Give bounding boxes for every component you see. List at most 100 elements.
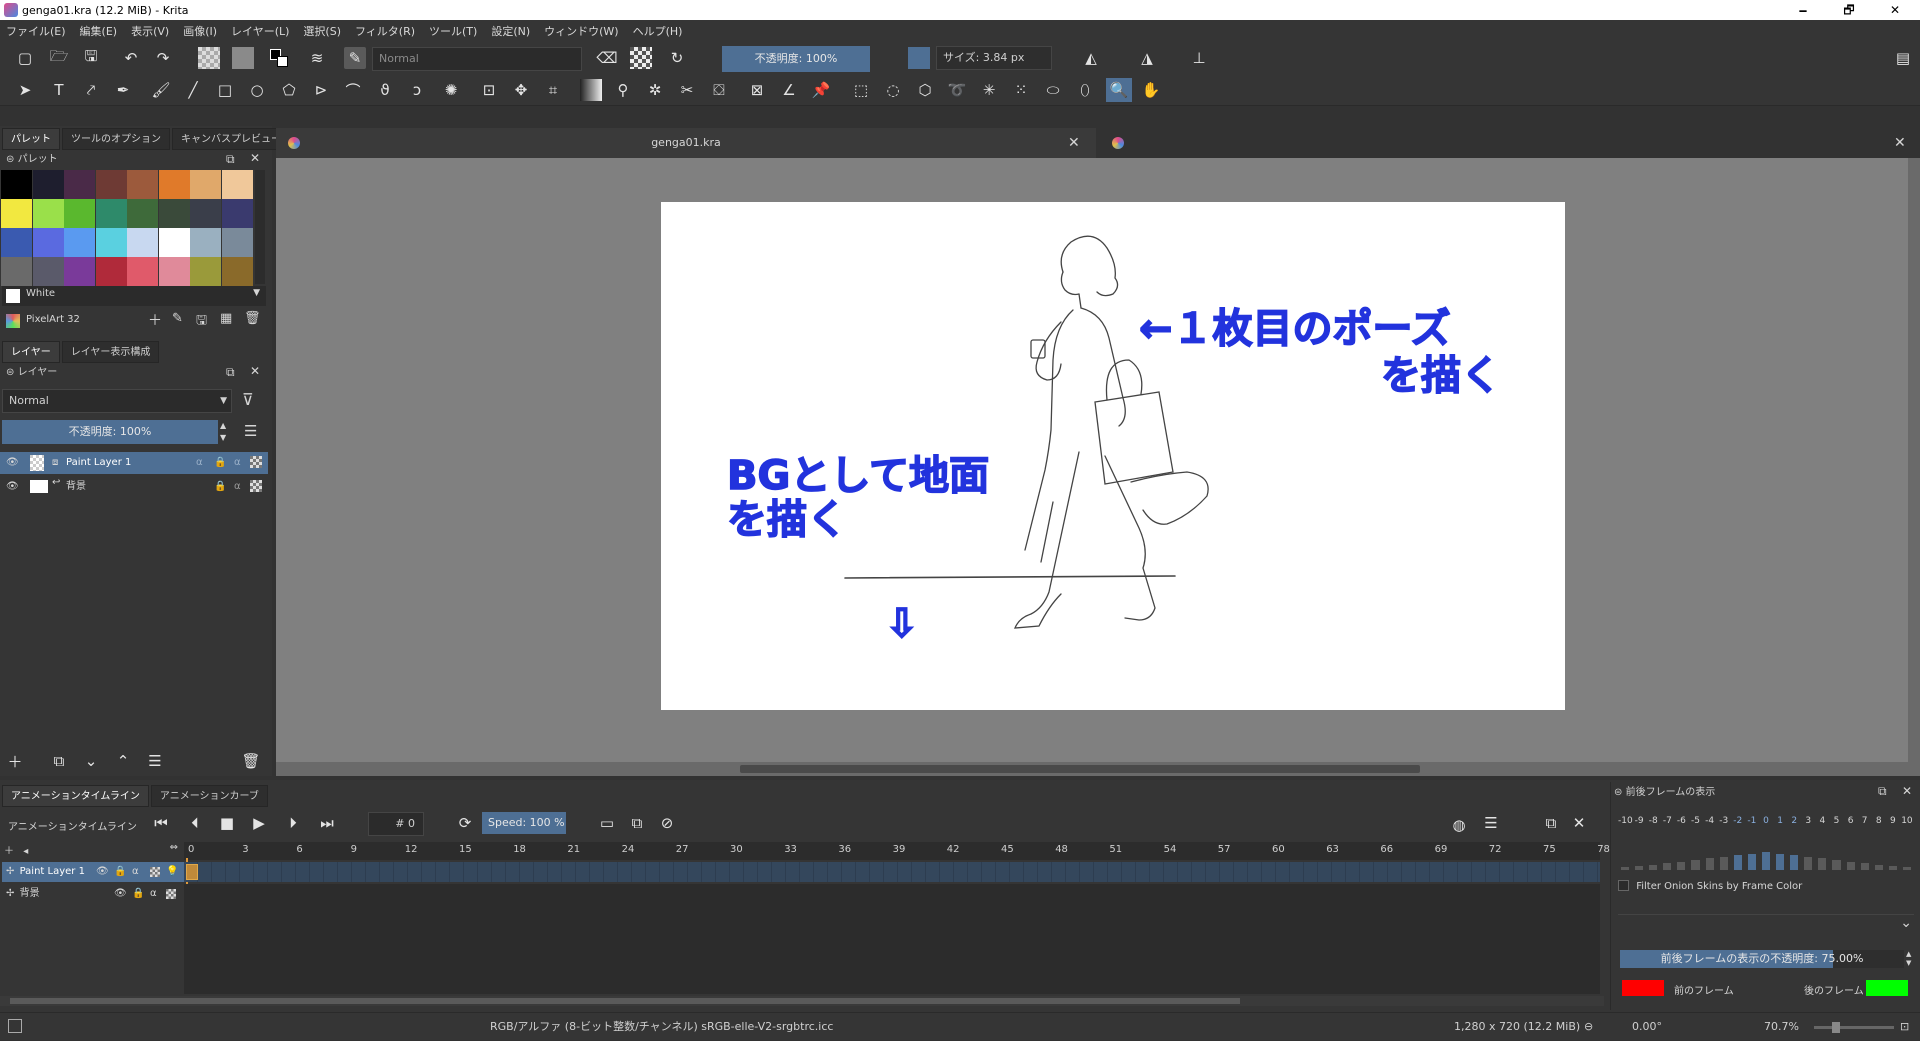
onion-frame-label[interactable]: 8 [1872, 816, 1886, 826]
add-keyframe-icon[interactable]: ＋ [4, 846, 14, 857]
onion-frame-bar[interactable] [1761, 852, 1771, 870]
multibrush-icon[interactable]: ✺ [440, 79, 462, 101]
last-frame-icon[interactable]: ⏭ [316, 812, 338, 834]
onion-expand-row[interactable]: ⌄ [1618, 914, 1914, 931]
close-button[interactable]: ✕ [1872, 0, 1918, 20]
contiguous-select-icon[interactable]: ✳ [978, 79, 1000, 101]
color-picker-icon[interactable]: ⚲ [612, 79, 634, 101]
menu-view[interactable]: 表示(V) [131, 23, 169, 39]
fill-gradient-icon[interactable] [198, 47, 220, 69]
polygon-tool-icon[interactable]: ⬠ [278, 79, 300, 101]
select-shapes-icon[interactable]: ➤ [14, 79, 36, 101]
tab-animation-curves[interactable]: アニメーションカーブ [150, 785, 268, 807]
doc-tab-genga01[interactable]: genga01.kra ✕ [276, 128, 1096, 158]
timeline-layer-row-2[interactable]: ✢ 背景 👁 🔒 α [2, 884, 184, 904]
workspace-icon[interactable]: ▤ [1892, 47, 1914, 69]
layer-row-paint-layer-1[interactable]: 👁 ⧈ Paint Layer 1 α 🔒 α [0, 452, 268, 474]
onion-frame-bar[interactable] [1846, 861, 1855, 870]
onion-frame-bar[interactable] [1663, 863, 1672, 870]
onion-frame-bar[interactable] [1635, 866, 1644, 870]
onion-frame-bar[interactable] [1818, 858, 1827, 870]
palette-swatch[interactable] [158, 170, 190, 199]
first-frame-icon[interactable]: ⏮ [150, 812, 172, 834]
palette-scrollbar[interactable] [255, 170, 265, 284]
zoom-slider-handle[interactable] [1832, 1022, 1840, 1033]
brush-size-slider[interactable]: サイズ: 3.84 px [936, 46, 1052, 70]
freehand-select-icon[interactable]: ➰ [946, 79, 968, 101]
magnetic-select-icon[interactable]: ⬯ [1074, 79, 1096, 101]
preserve-alpha-icon[interactable] [630, 47, 652, 69]
drawing-canvas[interactable]: ←１枚目のポーズ を描く BGとして地面 を描く ⇩ [661, 202, 1565, 710]
close-onion-icon[interactable]: ✕ [1902, 784, 1912, 798]
smart-patch-icon[interactable]: ✂ [676, 79, 698, 101]
visibility-eye-icon[interactable]: 👁 [6, 452, 19, 474]
close-palette-icon[interactable]: ✕ [250, 151, 260, 165]
timeline-layer-row-1[interactable]: ✢ Paint Layer 1 👁 🔒 α 💡 [2, 862, 184, 882]
save-palette-icon[interactable]: 🖫 [196, 311, 207, 333]
onion-frame-bar[interactable] [1691, 860, 1700, 870]
palette-swatch[interactable] [95, 199, 127, 228]
gradient-tool-icon[interactable] [580, 79, 602, 101]
freehand-brush-icon[interactable]: 🖌 [150, 79, 172, 101]
onion-frame-bar[interactable] [1621, 867, 1630, 870]
text-tool-icon[interactable]: T [48, 79, 70, 101]
palette-swatch[interactable] [95, 228, 127, 257]
edit-palette-icon[interactable]: ✎ [172, 311, 183, 326]
palette-swatch[interactable] [221, 170, 253, 199]
reference-tool-icon[interactable]: 📌 [810, 79, 832, 101]
palette-swatch[interactable] [32, 199, 64, 228]
checker-icon[interactable] [166, 889, 176, 899]
polygon-select-icon[interactable]: ⬡ [914, 79, 936, 101]
palette-swatch[interactable] [127, 257, 158, 286]
menu-filter[interactable]: フィルタ(R) [355, 23, 415, 39]
loop-icon[interactable]: ⟳ [454, 812, 476, 834]
float-timeline-icon[interactable]: ⧉ [1540, 812, 1562, 834]
onion-frame-label[interactable]: 4 [1815, 816, 1829, 826]
palette-swatch[interactable] [221, 257, 253, 286]
onion-frame-bar[interactable] [1790, 855, 1799, 870]
layers-lock-icon[interactable]: ⊜ [6, 367, 14, 378]
transform-tool-icon[interactable]: ⊡ [478, 79, 500, 101]
menu-layer[interactable]: レイヤー(L) [231, 23, 289, 39]
palette-swatch[interactable] [127, 228, 158, 257]
alpha-lock-icon[interactable]: α [150, 884, 157, 904]
bezier-select-icon[interactable]: ⬭ [1042, 79, 1064, 101]
current-color-row[interactable]: White ▼ [2, 286, 266, 306]
onion-frame-label[interactable]: -1 [1745, 816, 1759, 826]
ellipse-tool-icon[interactable]: ○ [246, 79, 268, 101]
palette-swatch[interactable] [158, 199, 190, 228]
palette-view-icon[interactable]: ▦ [220, 311, 232, 326]
frame-number-field[interactable]: # 0 [368, 812, 424, 836]
add-swatch-icon[interactable]: ＋ [148, 310, 162, 330]
move-layer-down-icon[interactable]: ⌄ [80, 750, 102, 772]
alpha-lock-icon[interactable]: α [132, 862, 139, 882]
pin-icon[interactable]: ✢ [6, 888, 14, 899]
layer-blend-mode-select[interactable]: Normal ▼ [2, 389, 232, 413]
float-palette-icon[interactable]: ⧉ [226, 152, 235, 167]
scroll-thumb[interactable] [10, 998, 1240, 1004]
minimize-button[interactable]: 🗕 [1780, 0, 1826, 20]
add-layer-icon[interactable]: ＋ [4, 750, 26, 772]
move-tool-icon[interactable]: ✥ [510, 79, 532, 101]
onion-skins-icon[interactable]: ◍ [1448, 814, 1470, 836]
move-layer-up-icon[interactable]: ⌃ [112, 750, 134, 772]
onion-lock-icon[interactable]: ⊜ [1614, 787, 1622, 798]
inherit-alpha-icon[interactable]: α [196, 452, 203, 474]
timeline-ruler[interactable]: 0 3 6 9 12 15 18 21 24 27 30 33 36 39 42 45 48 51 54 57 60 63… [184, 842, 1610, 860]
keyframe-0[interactable] [186, 864, 198, 880]
palette-swatch[interactable] [190, 199, 221, 228]
layer-opacity-slider[interactable]: 不透明度: 100% [2, 420, 218, 444]
blend-mode-select[interactable]: Normal [372, 47, 582, 71]
doc-tab-second[interactable]: ✕ [1100, 128, 1920, 158]
tab-layer-compositions[interactable]: レイヤー表示構成 [61, 341, 160, 363]
brush-preset-icon[interactable]: ✎ [344, 47, 366, 69]
color-swatch-icon[interactable] [908, 47, 930, 69]
onion-frame-label[interactable]: -2 [1731, 816, 1745, 826]
palette-swatch[interactable] [64, 257, 95, 286]
onion-frame-bar[interactable] [1902, 867, 1911, 870]
palette-swatch[interactable] [190, 228, 221, 257]
onion-frame-label[interactable]: 3 [1801, 816, 1815, 826]
canvas-horizontal-scrollbar[interactable] [276, 762, 1920, 776]
eraser-icon[interactable]: ⌫ [596, 47, 618, 69]
fill-pattern-icon[interactable] [232, 47, 254, 69]
